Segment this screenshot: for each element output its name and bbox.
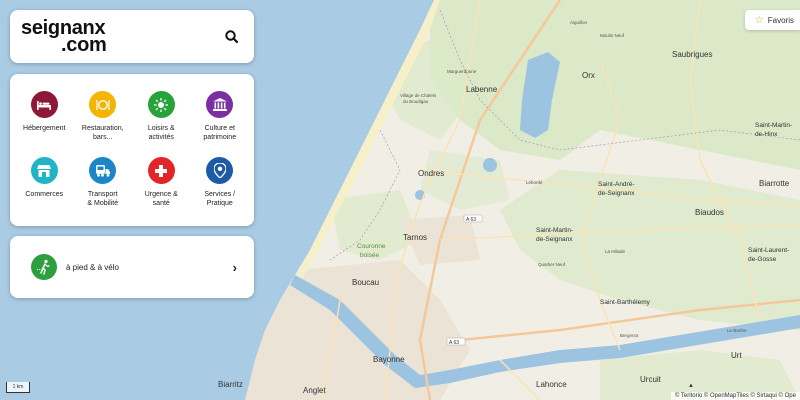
logo-card: seignanx .com xyxy=(10,10,254,63)
svg-text:Le Barthe: Le Barthe xyxy=(727,328,747,333)
category-services[interactable]: Services / Pratique xyxy=(191,157,250,208)
site-logo[interactable]: seignanx .com xyxy=(21,18,107,56)
category-loisirs[interactable]: Loisirs & activités xyxy=(132,91,191,142)
favorites-button[interactable]: ☆ Favoris xyxy=(744,10,800,30)
category-label: Urgence & santé xyxy=(144,191,178,207)
shop-icon xyxy=(30,157,58,184)
medical-cross-icon xyxy=(147,157,175,184)
category-commerces[interactable]: Commerces xyxy=(15,157,74,208)
category-urgence[interactable]: Urgence & santé xyxy=(132,157,191,208)
town-anglet: Anglet xyxy=(303,386,326,395)
hiking-icon xyxy=(31,254,57,280)
category-label: Restauration, bars... xyxy=(81,125,124,141)
feature-couronne: Couronne xyxy=(357,243,386,250)
feature-couronne-2: boisée xyxy=(360,252,380,259)
svg-text:Lebordé: Lebordé xyxy=(526,180,543,185)
museum-icon xyxy=(206,91,234,118)
search-button[interactable] xyxy=(222,27,242,47)
category-label: Services / Pratique xyxy=(204,191,236,207)
svg-text:Bergenot: Bergenot xyxy=(620,333,639,338)
category-label: Culture et patrimoine xyxy=(203,125,237,141)
town-st-martin: Saint-Martin- xyxy=(536,227,573,234)
town-boucau: Boucau xyxy=(352,278,379,287)
category-grid: Hébergement Restauration, bars... Loisir… xyxy=(15,91,249,208)
map-pin-icon xyxy=(206,157,234,184)
place-village: Village de Chalets xyxy=(400,93,437,98)
favorites-label: Favoris xyxy=(767,15,794,25)
town-biaudos: Biaudos xyxy=(695,208,724,217)
town-st-laurent-2: de-Gosse xyxy=(748,256,777,263)
town-lahonce: Lahonce xyxy=(536,380,567,389)
dining-icon xyxy=(89,91,117,118)
sun-icon xyxy=(147,91,175,118)
town-biarritz: Biarritz xyxy=(218,380,243,389)
attribution-toggle-icon[interactable]: ▲ xyxy=(688,383,694,389)
category-culture[interactable]: Culture et patrimoine xyxy=(191,91,250,142)
categories-card: Hébergement Restauration, bars... Loisir… xyxy=(10,74,254,226)
town-st-andre: Saint-André- xyxy=(598,181,635,188)
category-restauration[interactable]: Restauration, bars... xyxy=(74,91,133,142)
svg-text:Quartier Neuf: Quartier Neuf xyxy=(538,262,566,267)
town-saubrigues: Saubrigues xyxy=(672,50,712,59)
town-labenne: Labenne xyxy=(466,85,498,94)
svg-text:La Hillade: La Hillade xyxy=(605,249,626,254)
town-tarnos: Tarnos xyxy=(403,233,427,242)
walk-bike-label: à pied & à vélo xyxy=(66,263,119,272)
search-icon xyxy=(225,30,239,44)
place-village-2: du Boudigau xyxy=(403,99,429,104)
bed-icon xyxy=(30,91,58,118)
svg-text:Marguerdonne: Marguerdonne xyxy=(447,69,477,74)
town-st-martin-hinx: Saint-Martin- xyxy=(755,122,792,129)
logo-line2: .com xyxy=(61,34,107,56)
category-label: Loisirs & activités xyxy=(147,125,175,141)
town-orx: Orx xyxy=(582,71,595,80)
town-st-martin-2: de-Seignanx xyxy=(536,236,573,243)
map-scale: 1 km xyxy=(6,382,30,393)
chevron-right-icon: › xyxy=(232,260,237,275)
svg-text:Moulin Neuf: Moulin Neuf xyxy=(600,33,625,38)
town-biarrotte: Biarrotte xyxy=(759,179,790,188)
category-transport[interactable]: Transport & Mobilité xyxy=(74,157,133,208)
category-label: Transport & Mobilité xyxy=(87,191,119,207)
town-st-martin-hinx-2: de-Hinx xyxy=(755,131,778,138)
star-icon: ☆ xyxy=(754,14,764,26)
town-st-andre-2: de-Seignanx xyxy=(598,190,635,197)
walk-bike-card[interactable]: à pied & à vélo › xyxy=(10,236,254,298)
svg-text:A 63: A 63 xyxy=(449,340,459,346)
town-urcuit: Urcuit xyxy=(640,375,662,384)
category-hebergement[interactable]: Hébergement xyxy=(15,91,74,142)
town-ondres: Ondres xyxy=(418,169,444,178)
map-attribution[interactable]: © Teritorio © OpenMapTiles © Sirtaqui © … xyxy=(670,392,800,400)
category-label: Hébergement xyxy=(23,125,66,132)
town-bayonne: Bayonne xyxy=(373,355,405,364)
svg-text:Aiguillon: Aiguillon xyxy=(570,20,588,25)
svg-text:A 63: A 63 xyxy=(466,217,476,223)
bus-icon xyxy=(89,157,117,184)
town-st-barthelemy: Saint-Barthélemy xyxy=(600,299,651,306)
town-urt: Urt xyxy=(731,351,742,360)
town-st-laurent: Saint-Laurent- xyxy=(748,247,789,254)
category-label: Commerces xyxy=(25,191,64,198)
